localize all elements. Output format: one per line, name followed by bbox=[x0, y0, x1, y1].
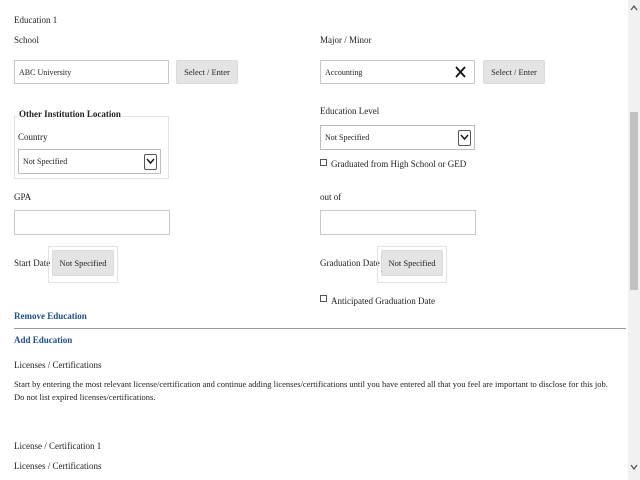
country-select[interactable]: Not Specified bbox=[18, 149, 161, 174]
out-of-input[interactable] bbox=[320, 210, 476, 235]
clear-icon[interactable] bbox=[454, 65, 467, 79]
school-select-button[interactable]: Select / Enter bbox=[176, 60, 238, 84]
chevron-down-icon bbox=[144, 153, 157, 170]
graduation-date-label: Graduation Date bbox=[320, 258, 380, 268]
other-location-legend: Other Institution Location bbox=[17, 109, 123, 119]
gpa-input[interactable] bbox=[14, 210, 170, 235]
license-field-label: Licenses / Certifications bbox=[14, 461, 102, 471]
education-level-value: Not Specified bbox=[325, 133, 370, 142]
vertical-scrollbar[interactable] bbox=[628, 0, 640, 480]
start-date-label: Start Date bbox=[14, 258, 51, 268]
school-label: School bbox=[14, 35, 40, 45]
out-of-label: out of bbox=[320, 192, 342, 202]
licenses-instructions: Start by entering the most relevant lice… bbox=[14, 378, 626, 404]
education-level-label: Education Level bbox=[320, 106, 380, 116]
remove-education-link[interactable]: Remove Education bbox=[14, 311, 87, 321]
major-select-button[interactable]: Select / Enter bbox=[483, 60, 545, 84]
major-input[interactable]: Accounting bbox=[320, 60, 475, 84]
anticipated-graduation-label: Anticipated Graduation Date bbox=[331, 296, 435, 306]
section-divider bbox=[14, 328, 626, 329]
school-value: ABC University bbox=[19, 67, 72, 77]
school-input[interactable]: ABC University bbox=[14, 60, 169, 84]
licenses-instructions-line2: Do not list expired licenses/certificati… bbox=[14, 392, 156, 402]
licenses-heading: Licenses / Certifications bbox=[14, 360, 102, 370]
hs-ged-checkbox[interactable] bbox=[320, 159, 327, 166]
start-date-button[interactable]: Not Specified bbox=[52, 250, 114, 276]
scroll-up-icon[interactable] bbox=[630, 3, 638, 13]
licenses-instructions-line1: Start by entering the most relevant lice… bbox=[14, 379, 608, 389]
graduation-date-button[interactable]: Not Specified bbox=[381, 250, 443, 276]
country-value: Not Specified bbox=[23, 157, 68, 166]
chevron-down-icon bbox=[458, 129, 471, 146]
major-label: Major / Minor bbox=[320, 35, 372, 45]
add-education-link[interactable]: Add Education bbox=[14, 335, 72, 345]
gpa-label: GPA bbox=[14, 192, 32, 202]
education-level-select[interactable]: Not Specified bbox=[320, 125, 475, 150]
hs-ged-label: Graduated from High School or GED bbox=[331, 159, 467, 169]
license-item-title: License / Certification 1 bbox=[14, 441, 102, 451]
anticipated-graduation-checkbox[interactable] bbox=[320, 295, 327, 302]
major-value: Accounting bbox=[325, 67, 363, 77]
scrollbar-thumb[interactable] bbox=[630, 112, 638, 290]
country-label: Country bbox=[18, 132, 48, 142]
education-section-title: Education 1 bbox=[14, 15, 58, 25]
scroll-down-icon[interactable] bbox=[630, 462, 638, 472]
